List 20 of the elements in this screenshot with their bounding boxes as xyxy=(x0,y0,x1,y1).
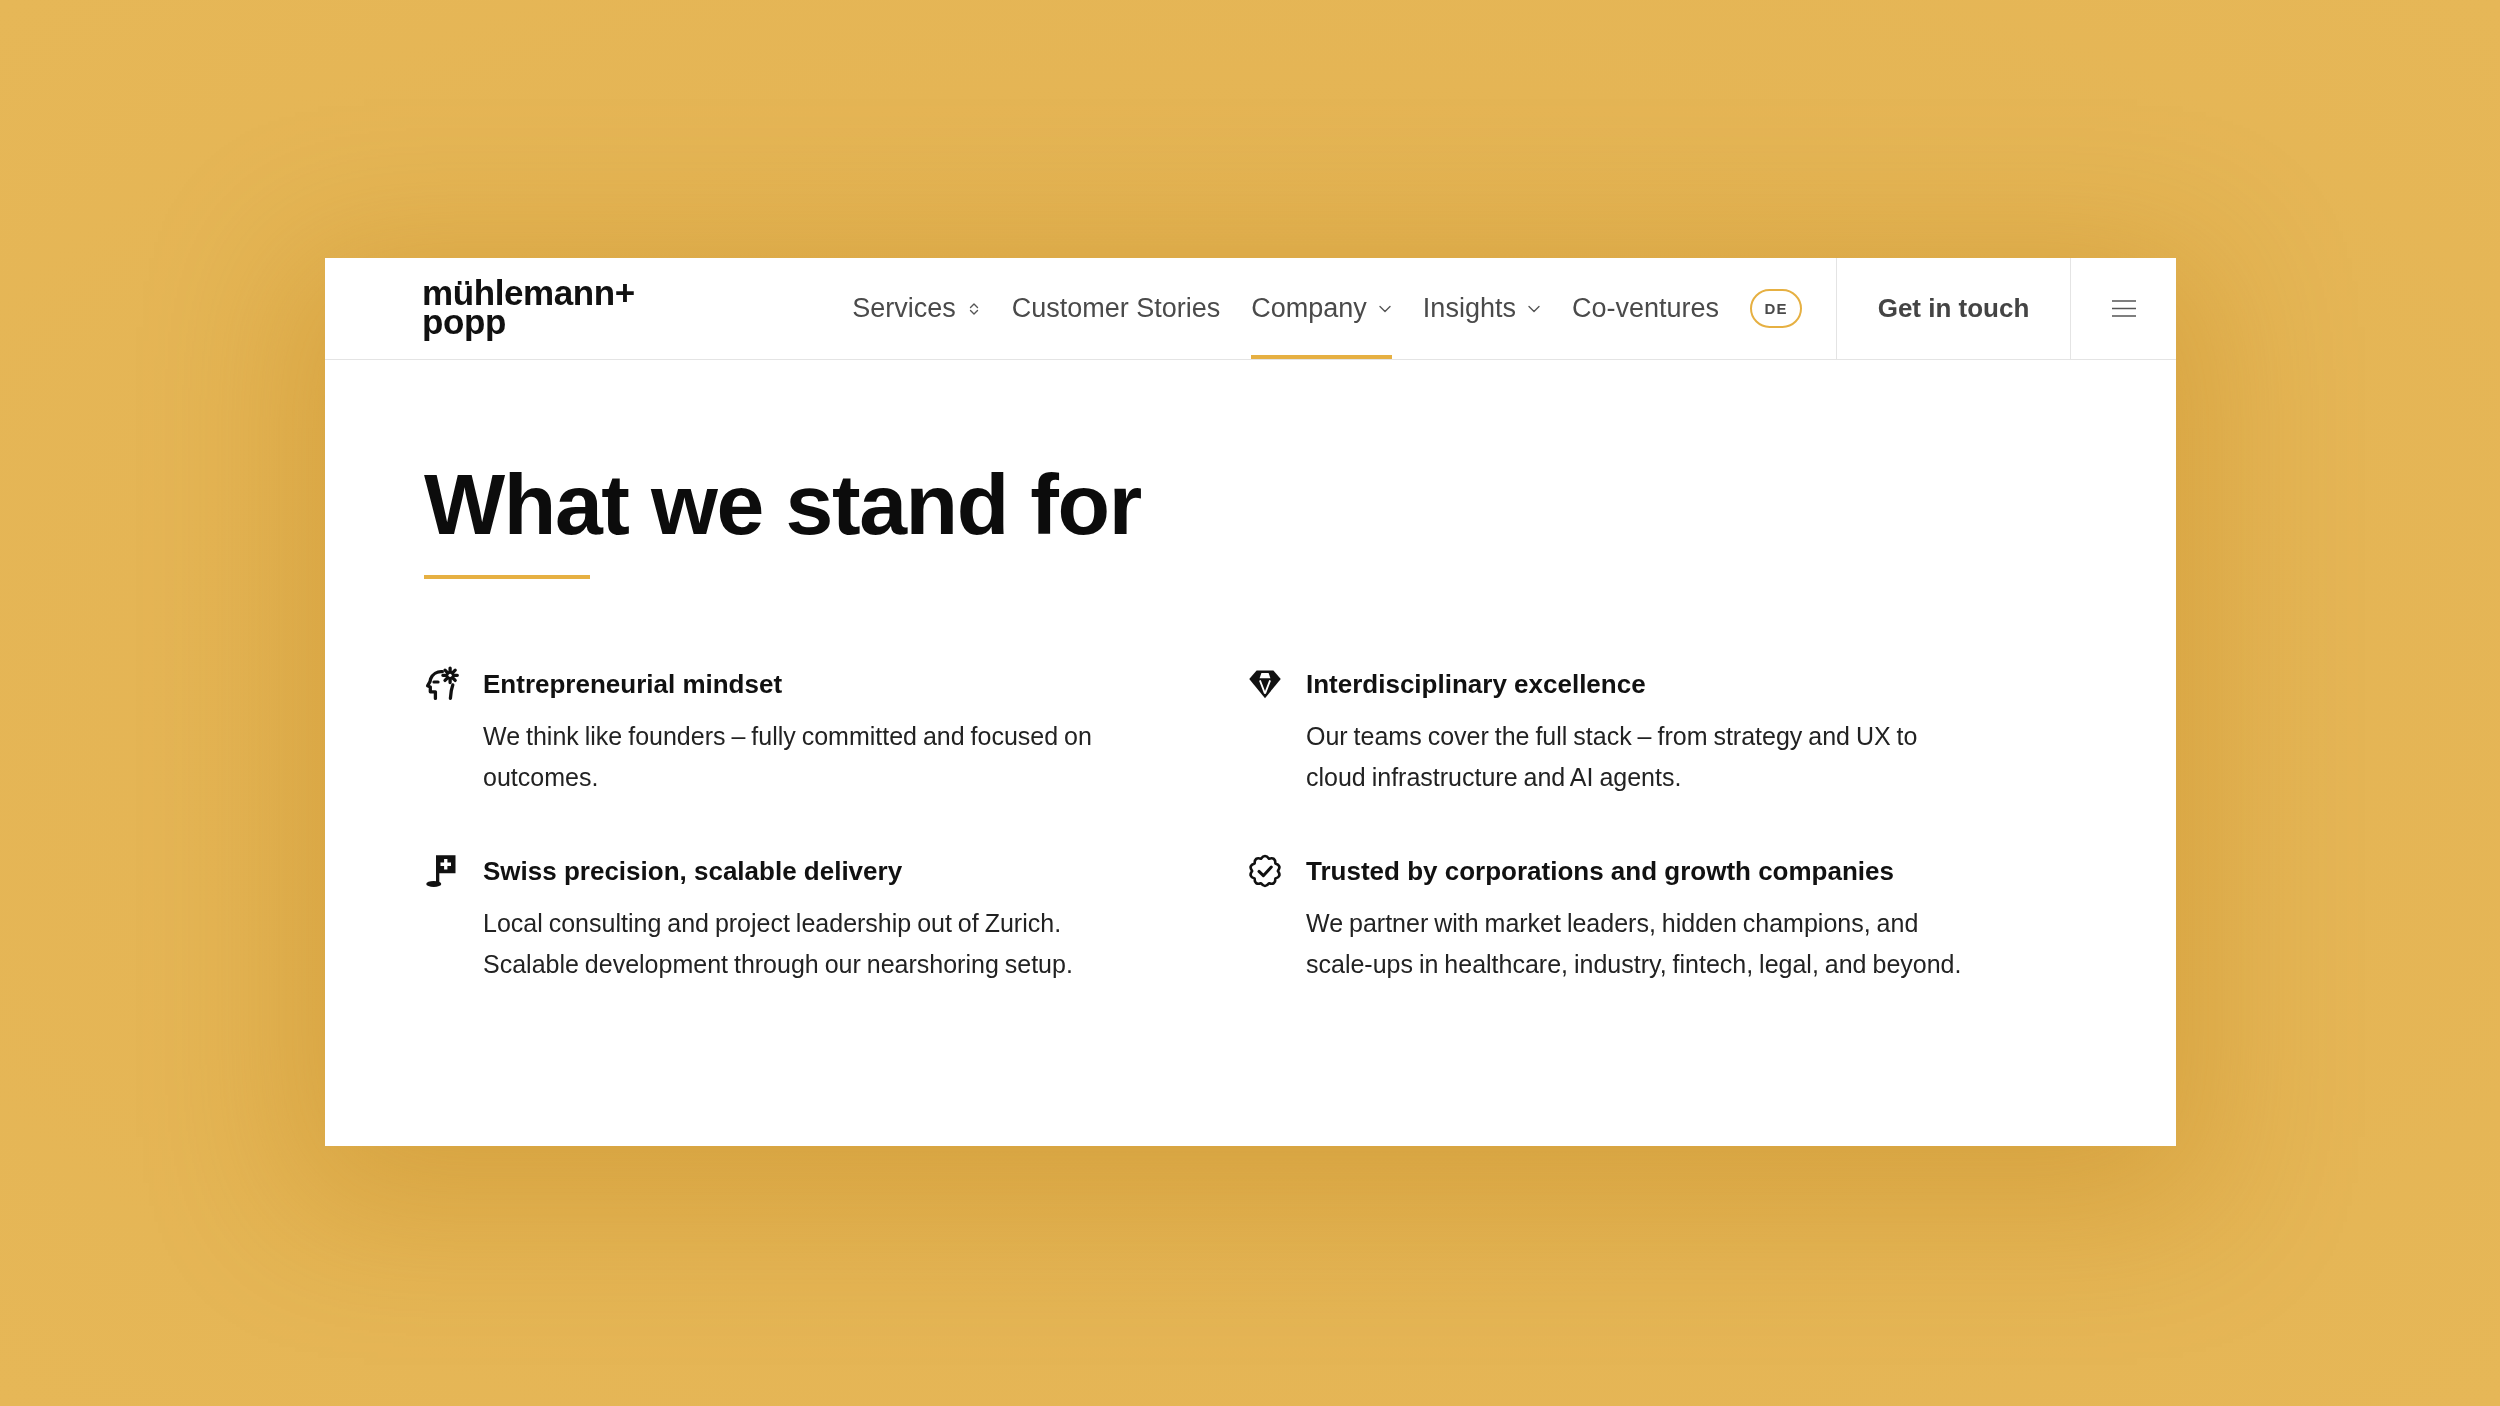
head-gear-icon xyxy=(424,666,460,702)
value-description: We partner with market leaders, hidden champions, and scale-ups in healthcare, industry, fintech, legal, and beyond. xyxy=(1306,908,1963,980)
value-title: Trusted by corporations and growth companies xyxy=(1306,855,1894,888)
language-button[interactable]: DE xyxy=(1750,289,1802,328)
menu-button[interactable] xyxy=(2070,258,2176,359)
value-description: We think like founders – fully committed and focused on outcomes. xyxy=(483,721,1093,793)
check-badge-icon xyxy=(1247,853,1283,889)
value-title: Interdisciplinary excellence xyxy=(1306,668,1646,701)
nav-link[interactable]: Customer Stories xyxy=(1011,258,1221,359)
value-description: Our teams cover the full stack – from strategy and UX to cloud infrastructure and AI agents. xyxy=(1306,721,1919,793)
section-heading: What we stand for xyxy=(424,461,1141,547)
menu-icon xyxy=(2111,300,2136,317)
nav-link[interactable]: Co-ventures xyxy=(1571,258,1719,359)
nav-link[interactable]: Insights xyxy=(1422,258,1541,359)
value-title: Swiss precision, scalable delivery xyxy=(483,855,903,888)
nav-link[interactable]: Company xyxy=(1251,258,1392,359)
value-title: Entrepreneurial mindset xyxy=(483,668,783,701)
nav-link[interactable]: Services xyxy=(852,258,981,359)
value-description: Local consulting and project leadership out of Zurich. Scalable development through our nearshoring setup. xyxy=(483,908,1074,980)
logo-wordmark[interactable]: mühlemann+ popp xyxy=(422,274,635,345)
